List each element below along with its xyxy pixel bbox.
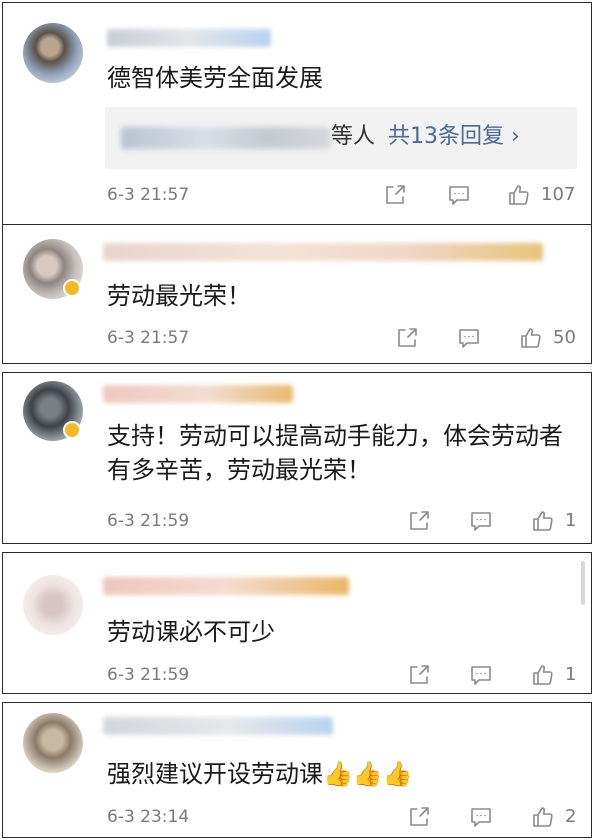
like-count: 107 (541, 184, 576, 205)
like-count: 1 (565, 510, 577, 531)
timestamp: 6-3 21:57 (107, 185, 190, 205)
thumbs-up-icon[interactable] (531, 805, 555, 829)
username-blurred[interactable] (103, 717, 333, 735)
verified-badge (63, 421, 81, 439)
thumbs-up-icon[interactable] (507, 183, 531, 207)
comment-meta: 6-3 23:14 2 (107, 803, 577, 831)
avatar[interactable] (23, 575, 83, 635)
avatar[interactable] (23, 23, 83, 83)
comment-icon[interactable] (457, 326, 481, 350)
comment-icon[interactable] (469, 509, 493, 533)
comment-card-2: 支持！劳动可以提高动手能力，体会劳动者有多辛苦，劳动最光荣！ 6-3 21:59… (2, 372, 592, 544)
timestamp: 6-3 21:59 (107, 665, 190, 685)
like-count: 50 (553, 327, 576, 348)
comment-meta: 6-3 21:59 1 (107, 661, 577, 689)
share-icon[interactable] (407, 663, 431, 687)
comment-meta: 6-3 21:57 107 (107, 181, 576, 209)
share-icon[interactable] (383, 183, 407, 207)
username-blurred[interactable] (107, 29, 271, 47)
timestamp: 6-3 21:57 (107, 328, 190, 348)
reply-suffix: 等人 (331, 124, 376, 149)
thumbs-up-icon[interactable] (531, 663, 555, 687)
comment-icon[interactable] (469, 805, 493, 829)
comment-text: 支持！劳动可以提高动手能力，体会劳动者有多辛苦，劳动最光荣！ (107, 422, 563, 484)
reply-usernames-blurred (121, 127, 331, 149)
chevron-right-icon: › (511, 124, 520, 149)
comment-card-3: 劳动课必不可少 6-3 21:59 1 (2, 552, 592, 694)
like-count: 2 (565, 806, 577, 827)
comment-meta: 6-3 21:57 50 (107, 324, 576, 352)
like-count: 1 (565, 664, 577, 685)
comment-text: 强烈建议开设劳动课👍👍👍 (107, 760, 413, 788)
view-replies-link[interactable]: 共13条回复 › (388, 121, 520, 153)
share-icon[interactable] (395, 326, 419, 350)
comment-card-4: 强烈建议开设劳动课👍👍👍 6-3 23:14 2 (2, 702, 592, 838)
comment-icon[interactable] (447, 183, 471, 207)
timestamp: 6-3 23:14 (107, 807, 190, 827)
comment-text: 劳动课必不可少 (107, 618, 275, 646)
comment-text: 劳动最光荣！ (107, 282, 251, 310)
verified-badge (63, 279, 81, 297)
share-icon[interactable] (407, 509, 431, 533)
comment-text: 德智体美劳全面发展 (107, 64, 323, 92)
username-blurred[interactable] (103, 243, 543, 261)
comment-divider (3, 224, 591, 225)
comment-icon[interactable] (469, 663, 493, 687)
scrollbar[interactable] (581, 561, 585, 605)
reply-preview[interactable]: 等人 共13条回复 › (105, 107, 577, 169)
username-blurred[interactable] (103, 577, 349, 595)
avatar[interactable] (23, 713, 83, 773)
username-blurred[interactable] (103, 385, 293, 403)
thumbs-up-icon[interactable] (531, 509, 555, 533)
share-icon[interactable] (407, 805, 431, 829)
comment-meta: 6-3 21:59 1 (107, 507, 577, 535)
timestamp: 6-3 21:59 (107, 511, 190, 531)
thumbs-up-icon[interactable] (519, 326, 543, 350)
comment-card-1: 德智体美劳全面发展 等人 共13条回复 › 6-3 21:57 107 劳动最光… (2, 2, 592, 364)
